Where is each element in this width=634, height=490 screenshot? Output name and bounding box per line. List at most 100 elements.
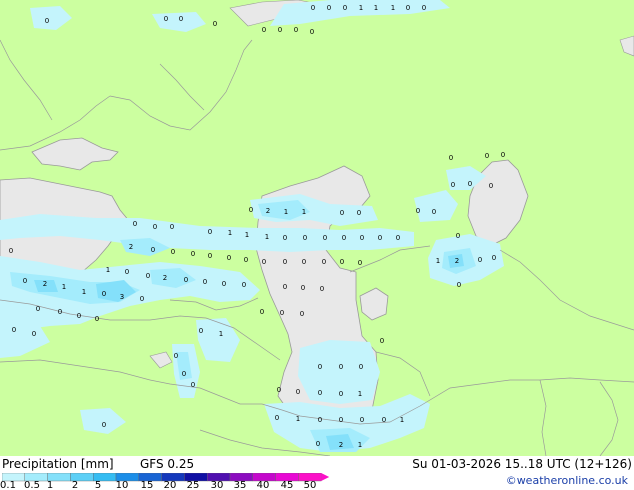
precip-value-label: 0 [406,4,410,12]
precip-value-label: 0 [77,312,81,320]
precip-value-label: 1 [82,288,86,296]
precip-value-label: 0 [485,152,489,160]
precip-value-label: 0 [422,4,426,12]
precip-value-label: 0 [174,352,178,360]
precip-value-label: 0 [9,247,13,255]
precip-value-label: 0 [302,258,306,266]
precip-value-label: 0 [191,381,195,389]
precip-value-label: 0 [182,370,186,378]
legend-tick-label: 45 [280,480,294,490]
precip-value-label: 0 [125,268,129,276]
precip-value-label: 0 [396,234,400,242]
precip-value-label: 0 [432,208,436,216]
legend-tick-label: 5 [94,480,102,490]
precip-value-label: 0 [342,234,346,242]
precip-value-label: 0 [380,337,384,345]
precip-value-label: 0 [296,388,300,396]
precip-value-label: 0 [294,26,298,34]
precip-value-label: 0 [262,258,266,266]
precip-value-label: 0 [95,315,99,323]
map-footer: Precipitation [mm] GFS 0.25 Su 01-03-202… [0,456,634,490]
precip-value-label: 0 [170,223,174,231]
precip-value-label: 0 [244,256,248,264]
precip-value-label: 0 [12,326,16,334]
precip-value-label: 0 [359,363,363,371]
precip-value-label: 0 [316,440,320,448]
precip-value-label: 0 [322,258,326,266]
precip-value-label: 0 [278,26,282,34]
legend-tick-label: 35 [233,480,247,490]
legend-ticks: 0.1 0.5 1 2 5 10 15 20 25 30 35 40 45 50 [0,480,340,490]
precip-value-label: 0 [320,285,324,293]
precip-value-label: 0 [283,258,287,266]
precip-value-label: 0 [318,389,322,397]
legend-tick-label: 20 [163,480,177,490]
legend-tick-label: 50 [303,480,317,490]
legend-tick-label: 15 [140,480,154,490]
precip-value-label: 0 [343,4,347,12]
precip-value-label: 1 [284,208,288,216]
precip-value-label: 2 [129,243,133,251]
precip-value-label: 2 [455,257,459,265]
precip-value-label: 1 [358,441,362,449]
precip-value-label: 0 [378,234,382,242]
precip-value-label: 0 [283,283,287,291]
legend-tick-label: 1 [46,480,54,490]
precip-value-label: 0 [23,277,27,285]
precip-value-label: 0 [260,308,264,316]
precip-value-label: 0 [323,234,327,242]
model-name: GFS 0.25 [140,457,195,471]
precip-value-label: 1 [228,229,232,237]
precip-value-label: 0 [208,228,212,236]
precip-value-label: 0 [318,416,322,424]
precip-value-label: 0 [249,206,253,214]
precip-value-label: 0 [102,290,106,298]
legend-tick-label: 40 [256,480,270,490]
precip-value-label: 0 [58,308,62,316]
map-title: Precipitation [mm] [2,457,114,471]
credit-link[interactable]: ©weatheronline.co.uk [506,474,628,487]
precip-value-label: 0 [184,276,188,284]
precip-value-label: 0 [358,259,362,267]
precip-value-label: 0 [339,390,343,398]
precip-value-label: 0 [360,234,364,242]
precip-value-label: 0 [191,250,195,258]
precip-value-label: 0 [340,258,344,266]
legend-tick-label: 0.1 [0,480,16,490]
precip-value-label: 0 [140,295,144,303]
precip-value-label: 0 [301,284,305,292]
precip-value-label: 0 [203,278,207,286]
precip-value-label: 1 [400,416,404,424]
precip-value-label: 1 [106,266,110,274]
precip-value-label: 0 [327,4,331,12]
precip-value-label: 0 [311,4,315,12]
precip-value-label: 0 [222,280,226,288]
precip-value-label: 0 [468,180,472,188]
precip-value-label: 1 [265,233,269,241]
precip-value-label: 0 [339,416,343,424]
precip-value-label: 0 [275,414,279,422]
precip-value-label: 2 [163,274,167,282]
precip-value-label: 0 [45,17,49,25]
precip-value-label: 0 [179,15,183,23]
precip-value-label: 0 [199,327,203,335]
precip-value-label: 0 [283,234,287,242]
precip-value-label: 1 [374,4,378,12]
precip-value-label: 0 [32,330,36,338]
precip-value-label: 1 [436,257,440,265]
precip-value-label: 0 [36,305,40,313]
precip-value-label: 0 [164,15,168,23]
precip-value-label: 0 [360,416,364,424]
precip-value-label: 0 [318,363,322,371]
legend-tick-label: 25 [186,480,200,490]
precip-value-label: 0 [492,254,496,262]
valid-time: Su 01-03-2026 15..18 UTC (12+126) [412,457,632,471]
precip-value-label: 1 [358,390,362,398]
precip-value-label: 0 [339,363,343,371]
precip-value-label: 0 [300,310,304,318]
precip-value-label: 0 [456,232,460,240]
legend-tick-label: 0.5 [24,480,40,490]
precip-value-label: 0 [277,386,281,394]
precip-value-label: 0 [489,182,493,190]
precip-value-label: 0 [208,252,212,260]
